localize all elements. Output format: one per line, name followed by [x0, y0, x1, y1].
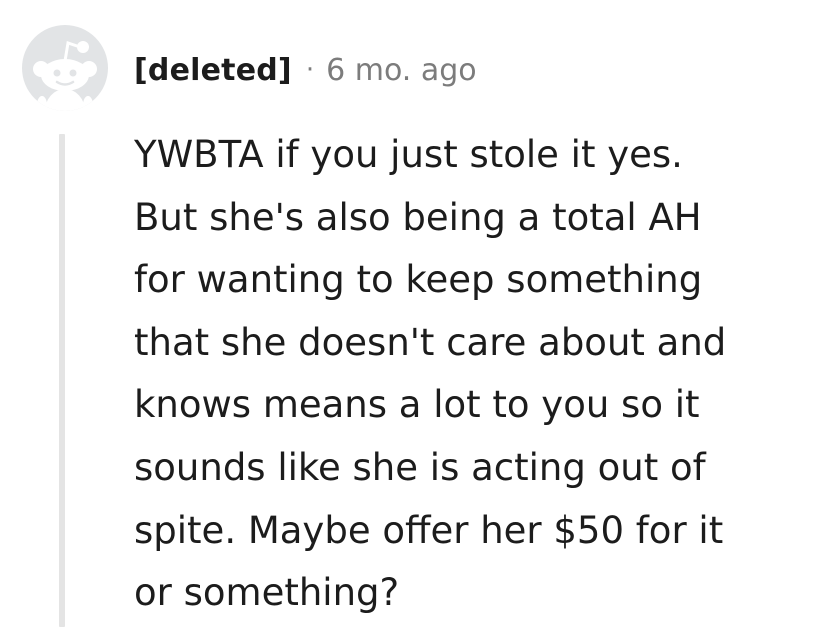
comment-body-line: knows means a lot to you so it — [134, 383, 700, 427]
thread-line[interactable] — [59, 134, 65, 627]
comment-body-line: sounds like she is acting out of — [134, 445, 706, 489]
comment-body-line: for wanting to keep something — [134, 258, 703, 302]
avatar[interactable] — [22, 25, 108, 111]
comment-timestamp[interactable]: 6 mo. ago — [326, 53, 477, 88]
meta-separator: · — [305, 55, 315, 85]
comment-body-line: that she doesn't care about and — [134, 320, 727, 364]
comment-body-line: or something? — [134, 571, 400, 615]
comment: [deleted] · 6 mo. ago YWBTA if you just … — [0, 0, 817, 627]
comment-header: [deleted] · 6 mo. ago — [134, 50, 477, 90]
comment-body-line: spite. Maybe offer her $50 for it — [134, 508, 724, 552]
comment-body-line: YWBTA if you just stole it yes. — [134, 133, 683, 176]
comment-body-line: But she's also being a total AH — [134, 195, 702, 239]
author-name[interactable]: [deleted] — [134, 53, 292, 88]
comment-body: YWBTA if you just stole it yes. But she'… — [134, 124, 804, 625]
reddit-snoo-icon — [22, 25, 108, 111]
